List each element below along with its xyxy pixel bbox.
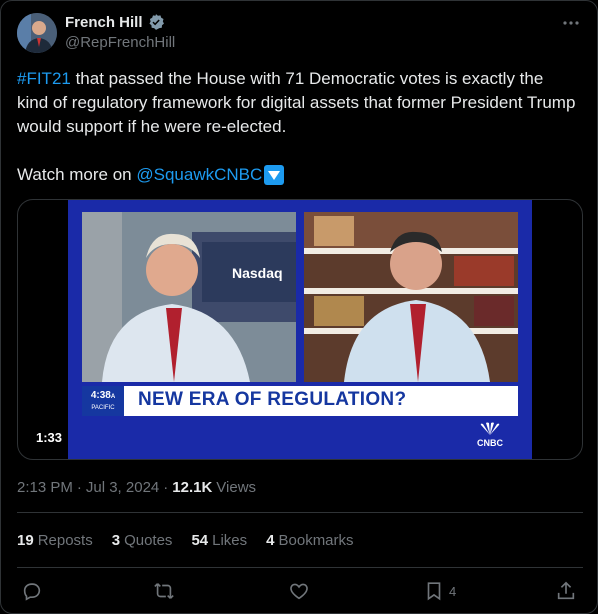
watch-prefix: Watch more on — [17, 165, 137, 184]
repost-icon — [154, 583, 174, 599]
tweet-meta: 2:13 PM · Jul 3, 2024 · 12.1K Views — [17, 479, 256, 496]
more-options-icon[interactable] — [561, 13, 581, 33]
reply-button[interactable] — [21, 579, 45, 603]
share-icon — [557, 581, 575, 600]
wall-sign-text: Nasdaq — [232, 265, 283, 281]
meta-separator-1: · — [76, 479, 82, 496]
engagement-stats: 19 Reposts 3 Quotes 54 Likes 4 Bookmarks — [17, 532, 354, 549]
avatar[interactable] — [17, 13, 57, 53]
mention-link[interactable]: @SquawkCNBC — [136, 163, 262, 187]
chyron-time: 4:38 — [90, 390, 111, 401]
share-button[interactable] — [555, 579, 579, 603]
views-count: 12.1K — [172, 479, 213, 496]
heart-icon — [290, 583, 308, 600]
bookmark-count: 4 — [449, 583, 457, 599]
stat-quotes[interactable]: 3 Quotes — [112, 532, 173, 549]
author-name-row: French Hill — [65, 13, 165, 31]
watch-more-line: Watch more on @SquawkCNBC — [17, 163, 285, 187]
video-duration: 1:33 — [30, 428, 69, 447]
author-handle[interactable]: @RepFrenchHill — [65, 34, 175, 51]
news-chyron: 4:38A PACIFIC NEW ERA OF REGULATION? — [82, 386, 518, 416]
stat-likes[interactable]: 54 Likes — [191, 532, 247, 549]
bookmark-icon — [427, 582, 441, 601]
reply-icon — [23, 583, 41, 601]
video-player[interactable]: Nasdaq 4:38A PACIFIC NEW ERA OF REGULATI… — [17, 199, 583, 460]
peacock-icon — [480, 422, 500, 435]
left-anchor-panel: Nasdaq — [82, 212, 296, 382]
tweet-body: that passed the House with 71 Democratic… — [17, 69, 576, 136]
video-frame: Nasdaq 4:38A PACIFIC NEW ERA OF REGULATI… — [68, 200, 532, 459]
right-guest-panel — [304, 212, 518, 382]
bookmark-button[interactable]: 4 — [423, 579, 473, 603]
chyron-zone: PACIFIC — [91, 405, 115, 411]
action-bar: 4 — [17, 577, 583, 605]
verified-badge-icon — [148, 14, 164, 30]
chyron-zone-suffix: A — [110, 394, 116, 400]
network-label: CNBC — [477, 438, 503, 448]
cnbc-logo: CNBC — [473, 422, 507, 448]
stat-bookmarks[interactable]: 4 Bookmarks — [266, 532, 353, 549]
chyron-headline: NEW ERA OF REGULATION? — [138, 389, 407, 410]
repost-button[interactable] — [153, 579, 177, 603]
tweet-time[interactable]: 2:13 PM — [17, 479, 73, 496]
divider-top — [17, 512, 583, 513]
chyron-time-box: 4:38A PACIFIC — [82, 386, 124, 416]
author-name[interactable]: French Hill — [65, 14, 143, 31]
tweet-date[interactable]: Jul 3, 2024 — [86, 479, 159, 496]
tweet-text: #FIT21 that passed the House with 71 Dem… — [17, 67, 577, 139]
divider-bottom — [17, 567, 583, 568]
tweet-card: French Hill @RepFrenchHill #FIT21 that p… — [0, 0, 598, 614]
down-arrow-emoji-icon — [264, 165, 285, 185]
like-button[interactable] — [288, 579, 312, 603]
meta-separator-2: · — [163, 479, 169, 496]
stat-reposts[interactable]: 19 Reposts — [17, 532, 93, 549]
views-label: Views — [216, 479, 257, 496]
hashtag-link[interactable]: #FIT21 — [17, 69, 71, 88]
